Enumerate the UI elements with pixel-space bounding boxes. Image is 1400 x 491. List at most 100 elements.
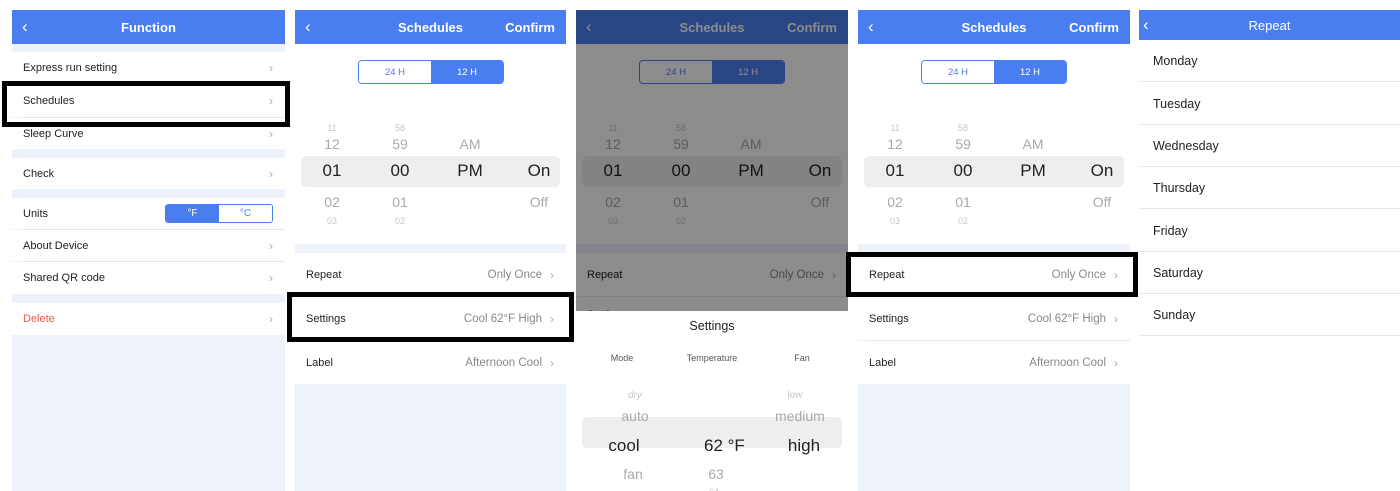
format-24h-option[interactable]: 24 H	[359, 61, 431, 83]
chevron-right-icon: ›	[1114, 311, 1118, 326]
back-chevron-icon[interactable]: ‹	[305, 10, 311, 44]
mode-option-selected[interactable]: cool	[604, 436, 644, 456]
hour-option[interactable]: 03	[312, 216, 352, 226]
highlight-box-settings	[287, 292, 574, 342]
chevron-right-icon: ›	[1114, 355, 1118, 370]
repeat-screen: ‹ Repeat Monday Tuesday Wednesday Thursd…	[1139, 10, 1400, 491]
fan-option-selected[interactable]: high	[784, 436, 824, 456]
hour-option[interactable]: 02	[312, 194, 352, 210]
navigation-bar: ‹ Repeat	[1139, 10, 1400, 40]
label-row[interactable]: Label Afternoon Cool ›	[295, 341, 566, 384]
fan-option[interactable]: low	[775, 390, 815, 401]
onoff-option-selected[interactable]: On	[519, 161, 559, 181]
minute-option-selected[interactable]: 00	[943, 161, 983, 181]
format-12h-option[interactable]: 12 H	[994, 61, 1066, 83]
menu-item-check[interactable]: Check ›	[12, 158, 285, 189]
screen-title: Schedules	[397, 19, 464, 35]
chevron-right-icon: ›	[269, 166, 273, 181]
schedules-screen: ‹ Schedules Confirm 24 H 12 H 11 12 01 0…	[295, 10, 566, 491]
sheet-title: Settings	[689, 319, 735, 333]
hour-option[interactable]: 12	[875, 136, 915, 152]
chevron-right-icon: ›	[269, 61, 273, 75]
day-option-friday[interactable]: Friday	[1139, 210, 1400, 252]
minute-option-selected[interactable]: 00	[380, 161, 420, 181]
chevron-right-icon: ›	[269, 271, 273, 285]
screen-title: Repeat	[1248, 17, 1291, 33]
navigation-bar: ‹ Schedules Confirm	[858, 10, 1130, 44]
settings-row[interactable]: Settings Cool 62°F High ›	[858, 297, 1130, 340]
minute-option[interactable]: 58	[380, 123, 420, 133]
repeat-row[interactable]: Repeat Only Once ›	[295, 253, 566, 296]
column-header-mode: Mode	[610, 353, 634, 363]
unit-option-fahrenheit[interactable]: °F	[166, 205, 219, 222]
units-toggle[interactable]: °F °C	[165, 204, 273, 223]
minute-option[interactable]: 01	[380, 194, 420, 210]
day-option-monday[interactable]: Monday	[1139, 40, 1400, 82]
hour-option[interactable]: 02	[875, 194, 915, 210]
temperature-option[interactable]: 63	[696, 466, 736, 482]
hour-option-selected[interactable]: 01	[312, 161, 352, 181]
day-option-sunday[interactable]: Sunday	[1139, 294, 1400, 336]
unit-option-celsius[interactable]: °C	[219, 205, 272, 222]
mode-option[interactable]: dry	[615, 390, 655, 401]
time-picker[interactable]: 24 H 12 H 11 12 01 02 03 58 59 00 01 02 …	[858, 44, 1130, 244]
settings-bottom-sheet: Settings Mode Temperature Fan dry auto c…	[576, 311, 848, 491]
menu-item-delete[interactable]: Delete ›	[12, 303, 285, 335]
day-option-thursday[interactable]: Thursday	[1139, 167, 1400, 209]
minute-option[interactable]: 02	[380, 216, 420, 226]
mode-option[interactable]: auto	[615, 408, 655, 424]
menu-item-express-run-setting[interactable]: Express run setting ›	[12, 52, 285, 84]
onoff-option[interactable]: Off	[1082, 194, 1122, 210]
temperature-option-selected[interactable]: 62 °F	[704, 436, 745, 456]
confirm-button[interactable]: Confirm	[505, 10, 555, 44]
hour-option[interactable]: 11	[312, 123, 352, 133]
column-header-temperature: Temperature	[686, 353, 738, 363]
hour-option[interactable]: 12	[312, 136, 352, 152]
chevron-right-icon: ›	[269, 126, 273, 141]
screen-title: Function	[121, 19, 176, 35]
navigation-bar: ‹ Schedules Confirm	[295, 10, 566, 44]
day-option-tuesday[interactable]: Tuesday	[1139, 83, 1400, 125]
dim-overlay[interactable]	[576, 10, 848, 311]
schedules-settings-sheet-screen: ‹ Schedules Confirm 24 H 12 H 11 12 01 0…	[576, 10, 848, 491]
back-chevron-icon[interactable]: ‹	[22, 10, 28, 44]
hour-option-selected[interactable]: 01	[875, 161, 915, 181]
ampm-option[interactable]: AM	[450, 136, 490, 152]
hour-option[interactable]: 03	[875, 216, 915, 226]
minute-option[interactable]: 59	[943, 136, 983, 152]
onoff-option[interactable]: Off	[519, 194, 559, 210]
chevron-right-icon: ›	[269, 312, 273, 326]
format-24h-option[interactable]: 24 H	[922, 61, 994, 83]
fan-option[interactable]: medium	[775, 408, 825, 424]
navigation-bar: ‹ Function	[12, 10, 285, 44]
menu-item-shared-qr-code[interactable]: Shared QR code ›	[12, 262, 285, 294]
hour-option[interactable]: 11	[875, 123, 915, 133]
highlight-box-repeat	[846, 252, 1138, 297]
screen-title: Schedules	[961, 19, 1027, 35]
chevron-right-icon: ›	[550, 355, 554, 370]
onoff-option-selected[interactable]: On	[1082, 161, 1122, 181]
confirm-button[interactable]: Confirm	[1069, 10, 1119, 44]
back-chevron-icon[interactable]: ‹	[1143, 10, 1149, 40]
ampm-option-selected[interactable]: PM	[450, 161, 490, 181]
minute-option[interactable]: 02	[943, 216, 983, 226]
day-option-wednesday[interactable]: Wednesday	[1139, 125, 1400, 167]
label-row[interactable]: Label Afternoon Cool ›	[858, 341, 1130, 384]
menu-item-units: Units °F °C	[12, 198, 285, 229]
schedules-screen-repeat: ‹ Schedules Confirm 24 H 12 H 11 12 01 0…	[858, 10, 1130, 491]
day-option-saturday[interactable]: Saturday	[1139, 252, 1400, 294]
ampm-option-selected[interactable]: PM	[1013, 161, 1053, 181]
minute-option[interactable]: 01	[943, 194, 983, 210]
menu-item-about-device[interactable]: About Device ›	[12, 230, 285, 261]
back-chevron-icon[interactable]: ‹	[868, 10, 874, 44]
minute-option[interactable]: 59	[380, 136, 420, 152]
ampm-option[interactable]: AM	[1013, 136, 1053, 152]
format-12h-option[interactable]: 12 H	[431, 61, 503, 83]
time-picker[interactable]: 24 H 12 H 11 12 01 02 03 58 59 00 01 02 …	[295, 44, 566, 244]
minute-option[interactable]: 58	[943, 123, 983, 133]
mode-option[interactable]: fan	[613, 466, 653, 482]
chevron-right-icon: ›	[550, 267, 554, 282]
time-format-toggle[interactable]: 24 H 12 H	[358, 60, 504, 84]
temperature-option[interactable]: 64	[694, 487, 734, 491]
time-format-toggle[interactable]: 24 H 12 H	[921, 60, 1067, 84]
